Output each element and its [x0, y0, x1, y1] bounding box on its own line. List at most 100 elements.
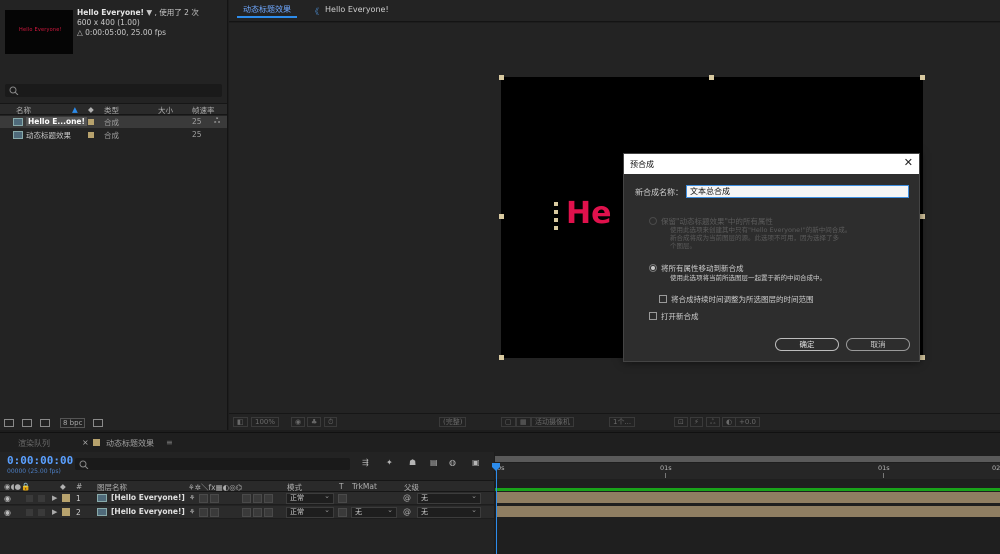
adjustment-switch[interactable] — [253, 508, 262, 517]
exposure-value[interactable]: +0.0 — [735, 417, 760, 427]
tab-composition[interactable]: 动态标题效果 — [237, 4, 297, 18]
motion-blur-icon[interactable]: ◍ — [449, 458, 460, 468]
transform-handle[interactable] — [499, 75, 504, 80]
collapse-switch[interactable] — [199, 494, 208, 503]
transform-handle[interactable] — [920, 214, 925, 219]
col-type[interactable]: 类型 — [104, 105, 119, 116]
preserve-transparency-toggle[interactable] — [338, 508, 347, 517]
ok-button[interactable]: 确定 — [775, 338, 839, 351]
fast-preview-icon[interactable]: ⚡ — [690, 417, 703, 427]
work-area-bar[interactable] — [495, 456, 1000, 462]
open-comp-checkbox[interactable] — [649, 312, 657, 320]
3d-switch[interactable] — [264, 508, 273, 517]
tab-render-queue[interactable]: 渲染队列 — [18, 438, 50, 449]
label-swatch[interactable] — [62, 494, 70, 502]
adjust-duration-checkbox[interactable] — [659, 295, 667, 303]
col-size[interactable]: 大小 — [158, 105, 173, 116]
adjustment-switch[interactable] — [253, 494, 262, 503]
layer-duration-bar[interactable] — [497, 492, 1000, 503]
trash-icon[interactable] — [93, 419, 103, 427]
collapse-switch[interactable] — [199, 508, 208, 517]
snapshot-icon[interactable]: ◉ — [291, 417, 306, 427]
tab-timeline-comp[interactable]: 动态标题效果 — [106, 438, 154, 449]
transform-handle[interactable] — [920, 75, 925, 80]
new-comp-icon[interactable] — [40, 419, 50, 427]
time-ruler[interactable]: 0s 01s 01s 02 — [495, 463, 1000, 479]
project-item[interactable]: 动态标题效果 合成 25 — [0, 129, 227, 141]
new-folder-icon[interactable] — [22, 419, 32, 427]
sort-asc-icon[interactable]: ▲ — [72, 105, 78, 114]
dropdown-arrow-icon[interactable]: ▼ , — [146, 8, 157, 17]
resolution-select[interactable]: (完整) — [439, 417, 467, 427]
solo-toggle[interactable] — [26, 495, 33, 502]
transform-handle[interactable] — [499, 355, 504, 360]
transparency-grid-icon[interactable]: ▦ — [516, 417, 531, 427]
cancel-button[interactable]: 取消 — [846, 338, 910, 351]
bpc-button[interactable]: 8 bpc — [60, 418, 86, 428]
3d-switch[interactable] — [264, 494, 273, 503]
current-time-indicator[interactable] — [496, 463, 497, 554]
frame-blending-icon[interactable]: ▤ — [430, 458, 441, 468]
views-select[interactable]: 1个... — [609, 417, 636, 427]
layer-row[interactable]: ◉ ▶ 1 [Hello Everyone!] ⚘ 正常 @ 无 — [0, 492, 494, 505]
lock-toggle[interactable] — [38, 509, 45, 516]
lock-toggle[interactable] — [38, 495, 45, 502]
camera-select[interactable]: 活动摄像机 — [531, 417, 574, 427]
shy-switch-icon[interactable]: ⚘ — [189, 508, 195, 516]
col-name[interactable]: 名称 — [16, 105, 31, 116]
layer-search-input[interactable] — [75, 458, 350, 470]
project-search-input[interactable] — [5, 84, 222, 97]
quality-switch-icon[interactable] — [210, 508, 219, 517]
flowchart-icon[interactable]: ஃ — [214, 116, 220, 126]
close-icon[interactable]: ✕ — [904, 157, 913, 169]
quality-switch-icon[interactable] — [210, 494, 219, 503]
shy-switch-icon[interactable]: ⚘ — [189, 494, 195, 502]
expand-arrow-icon[interactable]: ▶ — [52, 494, 57, 502]
label-tag-icon[interactable]: ◆ — [88, 105, 94, 114]
pickwhip-icon[interactable]: @ — [403, 493, 411, 502]
move-attributes-radio[interactable] — [649, 264, 657, 272]
timeline-graph[interactable]: 0s 01s 01s 02 — [492, 452, 1000, 554]
current-time-display[interactable]: 0:00:00:00 — [7, 454, 73, 467]
parent-select[interactable]: 无 — [417, 492, 481, 504]
transform-handle[interactable] — [709, 75, 714, 80]
col-fps[interactable]: 帧速率 — [192, 105, 215, 116]
eye-icon[interactable]: ◉ — [4, 508, 11, 517]
comp-name-field[interactable] — [686, 185, 909, 198]
region-icon[interactable]: ▢ — [501, 417, 516, 427]
blend-mode-select[interactable]: 正常 — [286, 492, 334, 504]
layer-name[interactable]: [Hello Everyone!] — [111, 493, 185, 502]
close-icon[interactable]: × — [82, 438, 89, 447]
layer-duration-bar[interactable] — [497, 506, 1000, 517]
project-item[interactable]: Hello E...one! 合成 25 ஃ — [0, 116, 227, 128]
toggle-icon[interactable]: ⊡ — [674, 417, 688, 427]
graph-editor-icon[interactable]: ▣ — [472, 458, 483, 468]
motion-blur-switch[interactable] — [242, 508, 251, 517]
draft-3d-icon[interactable]: ✦ — [386, 458, 397, 468]
transform-handle[interactable] — [920, 355, 925, 360]
solo-toggle[interactable] — [26, 509, 33, 516]
interpret-footage-icon[interactable] — [4, 419, 14, 427]
expand-arrow-icon[interactable]: ▶ — [52, 508, 57, 516]
channel-icon[interactable]: ♣ — [307, 417, 322, 427]
timecode-icon[interactable]: ⏱ — [324, 417, 338, 427]
parent-select[interactable]: 无 — [417, 506, 481, 518]
transform-handle[interactable] — [499, 214, 504, 219]
preserve-transparency-toggle[interactable] — [338, 494, 347, 503]
layer-row[interactable]: ◉ ▶ 2 [Hello Everyone!] ⚘ 正常 无 @ 无 — [0, 506, 494, 519]
label-swatch[interactable] — [62, 508, 70, 516]
hide-shy-icon[interactable]: ☗ — [409, 458, 420, 468]
breadcrumb-hello[interactable]: Hello Everyone! — [325, 5, 389, 14]
motion-blur-switch[interactable] — [242, 494, 251, 503]
col-trkmat[interactable]: TrkMat — [352, 482, 377, 491]
eye-icon[interactable]: ◉ — [4, 494, 11, 503]
layer-name[interactable]: [Hello Everyone!] — [111, 507, 185, 516]
pickwhip-icon[interactable]: @ — [403, 507, 411, 516]
magnification-icon[interactable]: ◧ — [233, 417, 248, 427]
trkmat-select[interactable]: 无 — [351, 506, 397, 518]
panel-menu-icon[interactable]: ≡ — [166, 438, 173, 447]
flowchart-icon[interactable]: ஃ — [706, 417, 720, 427]
composition-flowchart-icon[interactable]: ⇶ — [362, 458, 373, 468]
reset-exposure-icon[interactable]: ◐ — [722, 417, 737, 427]
zoom-select[interactable]: 100% — [251, 417, 280, 427]
